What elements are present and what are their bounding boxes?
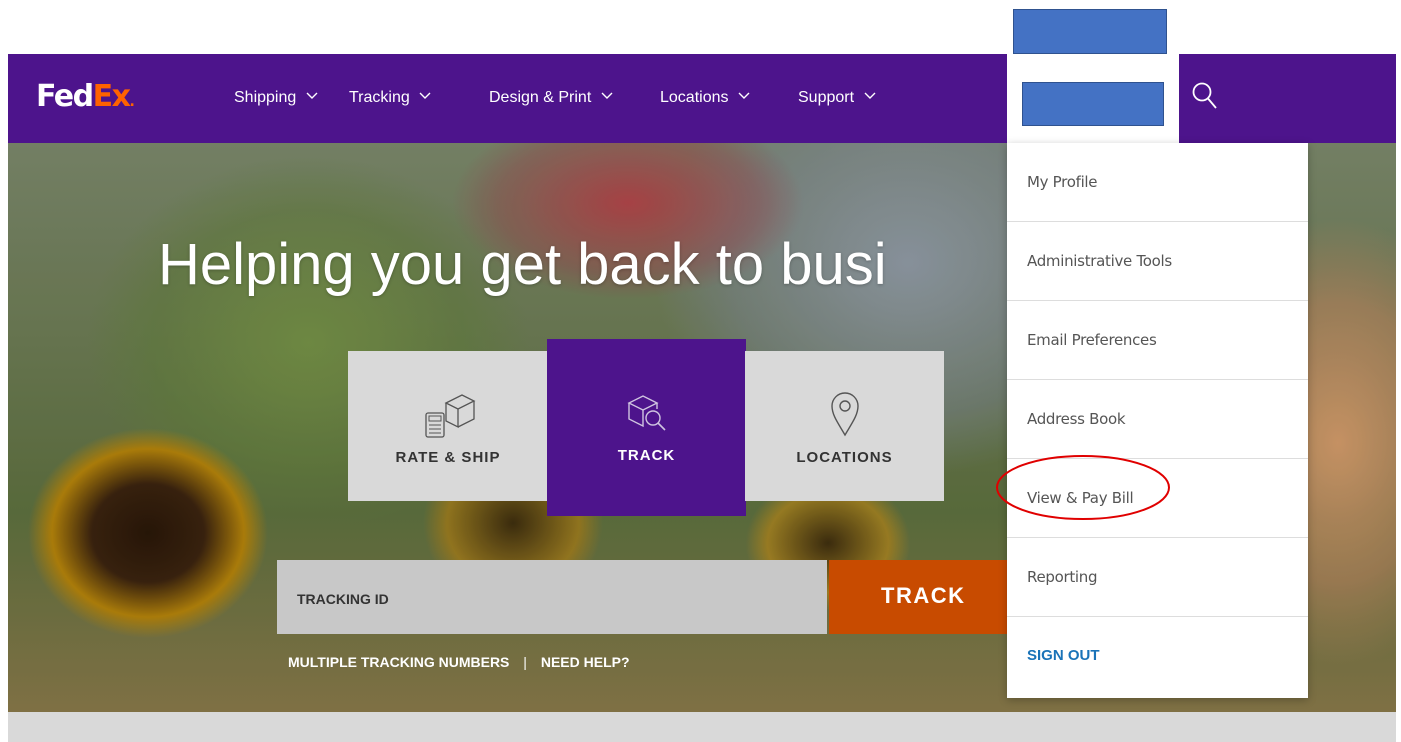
- link-separator: |: [523, 654, 527, 670]
- nav-support[interactable]: Support: [798, 88, 876, 108]
- redaction-box-account: [1022, 82, 1164, 126]
- redaction-box-top: [1013, 9, 1167, 54]
- nav-tracking[interactable]: Tracking: [349, 88, 431, 108]
- tracking-id-label: TRACKING ID: [297, 591, 389, 607]
- nav-design-print-label: Design & Print: [489, 89, 592, 106]
- tile-track[interactable]: TRACK: [547, 339, 746, 516]
- chevron-down-icon: [738, 92, 750, 100]
- menu-item-administrative-tools[interactable]: Administrative Tools: [1007, 222, 1308, 301]
- tile-locations-label: LOCATIONS: [796, 449, 893, 466]
- top-navigation-bar: FedEx. Shipping Tracking Design & Print …: [8, 54, 1396, 143]
- location-pin-icon: [745, 391, 944, 437]
- logo-dot: .: [129, 94, 135, 110]
- menu-item-sign-out[interactable]: SIGN OUT: [1007, 617, 1308, 696]
- menu-item-my-profile[interactable]: My Profile: [1007, 143, 1308, 222]
- chevron-down-icon: [601, 92, 613, 100]
- nav-shipping[interactable]: Shipping: [234, 88, 318, 108]
- account-dropdown-menu: My Profile Administrative Tools Email Pr…: [1007, 143, 1308, 698]
- menu-item-label: SIGN OUT: [1027, 647, 1100, 664]
- track-button-label: TRACK: [881, 583, 966, 608]
- hero-headline: Helping you get back to busi: [158, 232, 887, 297]
- menu-item-label: Administrative Tools: [1027, 252, 1172, 270]
- logo-fed: Fed: [36, 79, 94, 114]
- menu-item-address-book[interactable]: Address Book: [1007, 380, 1308, 459]
- tracking-links: MULTIPLE TRACKING NUMBERS | NEED HELP?: [288, 654, 630, 670]
- package-search-icon: [547, 391, 746, 435]
- logo-ex: Ex: [92, 79, 131, 114]
- chevron-down-icon: [864, 92, 876, 100]
- fedex-logo[interactable]: FedEx.: [36, 80, 135, 119]
- search-icon: [1192, 82, 1217, 109]
- tile-rate-ship[interactable]: RATE & SHIP: [348, 351, 548, 501]
- nav-locations-label: Locations: [660, 89, 729, 106]
- tile-rate-ship-label: RATE & SHIP: [395, 449, 501, 466]
- menu-item-label: Reporting: [1027, 568, 1098, 586]
- tile-track-label: TRACK: [617, 447, 676, 464]
- menu-item-label: Email Preferences: [1027, 331, 1157, 349]
- menu-item-label: My Profile: [1027, 173, 1098, 191]
- search-button[interactable]: [1180, 54, 1224, 143]
- bottom-strip: [8, 712, 1396, 742]
- nav-support-label: Support: [798, 89, 855, 106]
- nav-design-print[interactable]: Design & Print: [489, 88, 613, 108]
- multiple-tracking-numbers-link[interactable]: MULTIPLE TRACKING NUMBERS: [288, 654, 509, 670]
- nav-tracking-label: Tracking: [349, 89, 410, 106]
- menu-item-reporting[interactable]: Reporting: [1007, 538, 1308, 617]
- nav-locations[interactable]: Locations: [660, 88, 750, 108]
- annotation-highlight-ellipse: [996, 455, 1170, 520]
- nav-shipping-label: Shipping: [234, 89, 297, 106]
- menu-item-email-preferences[interactable]: Email Preferences: [1007, 301, 1308, 380]
- chevron-down-icon: [306, 92, 318, 100]
- need-help-link[interactable]: NEED HELP?: [541, 654, 630, 670]
- rate-ship-icon: [348, 391, 548, 439]
- tile-locations[interactable]: LOCATIONS: [745, 351, 944, 501]
- menu-item-label: Address Book: [1027, 410, 1126, 428]
- chevron-down-icon: [419, 92, 431, 100]
